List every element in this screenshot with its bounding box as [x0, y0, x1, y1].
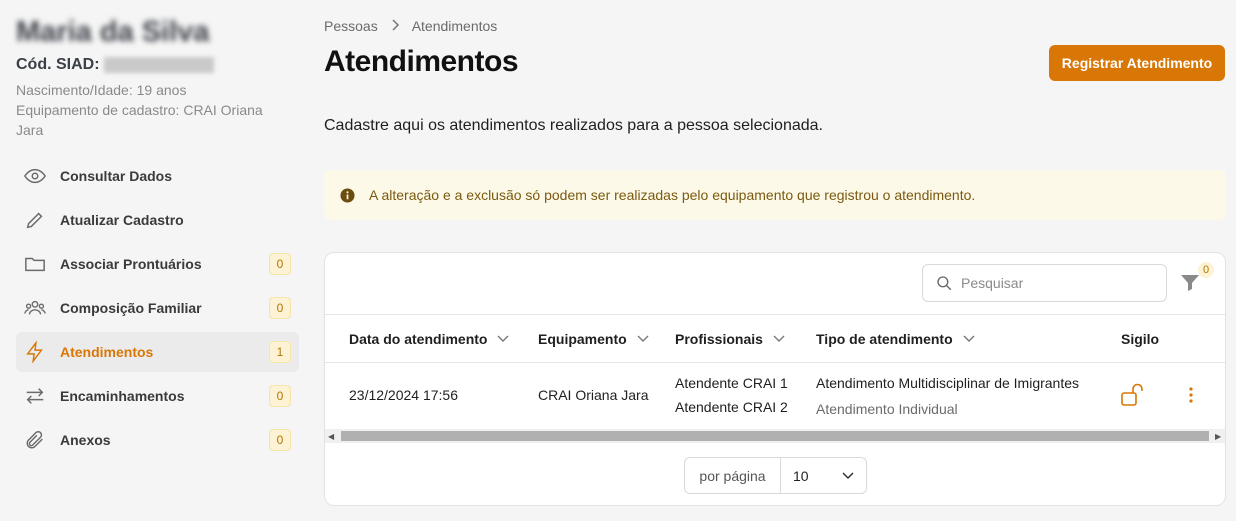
count-badge: 0 [269, 429, 291, 451]
column-header-label: Equipamento [538, 331, 627, 347]
person-name-text: Maria da Silva [16, 16, 210, 48]
chevron-right-icon [390, 18, 400, 34]
sidebar-item-label: Composição Familiar [60, 300, 202, 316]
paperclip-icon [22, 427, 48, 453]
sidebar-nav: Consultar Dados Atualizar Cadastro Assoc… [16, 156, 300, 460]
arrows-icon [22, 383, 48, 409]
chevron-down-icon [963, 335, 975, 343]
siad-value-redacted [103, 56, 214, 73]
cell-date: 23/12/2024 17:56 [349, 387, 458, 403]
sidebar-item-encaminhamentos[interactable]: Encaminhamentos 0 [16, 376, 299, 416]
sidebar: Maria da Silva Cód. SIAD: Nascimento/Ida… [0, 0, 310, 521]
search-input[interactable] [961, 275, 1151, 291]
sidebar-item-atualizar-cadastro[interactable]: Atualizar Cadastro [16, 200, 299, 240]
register-attendance-button[interactable]: Registrar Atendimento [1049, 45, 1225, 81]
siad-label: Cód. SIAD: [16, 56, 100, 73]
scrollbar-thumb[interactable] [341, 431, 1209, 441]
birth-age: Nascimento/Idade: 19 anos [16, 82, 187, 98]
pencil-icon [22, 207, 48, 233]
chevron-down-icon [842, 471, 854, 480]
column-header-label: Tipo de atendimento [816, 331, 953, 347]
page-title: Atendimentos [324, 45, 519, 78]
sidebar-item-label: Encaminhamentos [60, 388, 185, 404]
sidebar-item-atendimentos[interactable]: Atendimentos 1 [16, 332, 299, 372]
cell-equipment: CRAI Oriana Jara [538, 387, 649, 403]
chevron-down-icon [773, 335, 785, 343]
breadcrumb: Pessoas Atendimentos [324, 18, 497, 34]
attendances-table-card: 0 Data do atendimento Equipamento Profis… [324, 252, 1226, 506]
chevron-down-icon [497, 335, 509, 343]
sidebar-item-anexos[interactable]: Anexos 0 [16, 420, 299, 460]
cell-subtype: Atendimento Individual [816, 401, 958, 417]
column-header-type[interactable]: Tipo de atendimento [816, 315, 975, 363]
info-alert: A alteração e a exclusão só podem ser re… [324, 170, 1226, 220]
lightning-icon [22, 339, 48, 365]
table-row[interactable]: 23/12/2024 17:56 CRAI Oriana Jara Atende… [325, 363, 1225, 429]
siad-code: Cód. SIAD: [16, 56, 300, 78]
cell-professional: Atendente CRAI 2 [675, 399, 788, 415]
alert-text: A alteração e a exclusão só podem ser re… [369, 187, 976, 203]
per-page-value: 10 [793, 467, 809, 484]
column-header-label: Data do atendimento [349, 331, 488, 347]
per-page-label: por página [685, 458, 781, 493]
sidebar-item-label: Atendimentos [60, 344, 154, 360]
page-description: Cadastre aqui os atendimentos realizados… [324, 117, 823, 134]
users-icon [22, 295, 48, 321]
count-badge: 0 [269, 253, 291, 275]
eye-icon [22, 163, 48, 189]
cell-type: Atendimento Multidisciplinar de Imigrant… [816, 375, 1080, 391]
chevron-down-icon [637, 335, 649, 343]
horizontal-scrollbar[interactable]: ◀ ▶ [325, 429, 1225, 443]
scroll-right-icon[interactable]: ▶ [1215, 432, 1221, 441]
sidebar-item-label: Consultar Dados [60, 168, 173, 184]
pagination: por página 10 [684, 457, 867, 494]
cell-professional: Atendente CRAI 1 [675, 375, 788, 391]
column-header-date[interactable]: Data do atendimento [349, 315, 509, 363]
sidebar-item-composicao-familiar[interactable]: Composição Familiar 0 [16, 288, 299, 328]
person-name: Maria da Silva [16, 16, 226, 50]
column-header-professionals[interactable]: Profissionais [675, 315, 785, 363]
table-header: Data do atendimento Equipamento Profissi… [325, 314, 1225, 363]
folder-icon [22, 251, 48, 277]
sidebar-item-label: Associar Prontuários [60, 256, 202, 272]
count-badge: 0 [269, 297, 291, 319]
info-icon [340, 187, 355, 203]
breadcrumb-current: Atendimentos [411, 18, 498, 34]
search-icon [935, 274, 953, 292]
sidebar-item-label: Atualizar Cadastro [60, 212, 184, 228]
sidebar-item-consultar-dados[interactable]: Consultar Dados [16, 156, 299, 196]
column-header-equipment[interactable]: Equipamento [538, 315, 649, 363]
more-options-icon[interactable] [1187, 385, 1195, 408]
column-header-label: Sigilo [1121, 331, 1160, 347]
sidebar-item-label: Anexos [60, 432, 111, 448]
per-page-select[interactable]: 10 [781, 458, 866, 493]
column-header-label: Profissionais [675, 331, 763, 347]
column-header-sigilo: Sigilo [1121, 315, 1159, 363]
unlock-icon[interactable] [1120, 383, 1146, 410]
search-box [922, 264, 1167, 302]
breadcrumb-pessoas[interactable]: Pessoas [324, 18, 378, 34]
count-badge: 0 [269, 385, 291, 407]
filter-count-badge: 0 [1198, 262, 1214, 278]
registration-equipment: Equipamento de cadastro: CRAI Oriana Jar… [16, 102, 263, 138]
sidebar-item-associar-prontuarios[interactable]: Associar Prontuários 0 [16, 244, 299, 284]
count-badge: 1 [269, 341, 291, 363]
scroll-left-icon[interactable]: ◀ [328, 432, 334, 441]
